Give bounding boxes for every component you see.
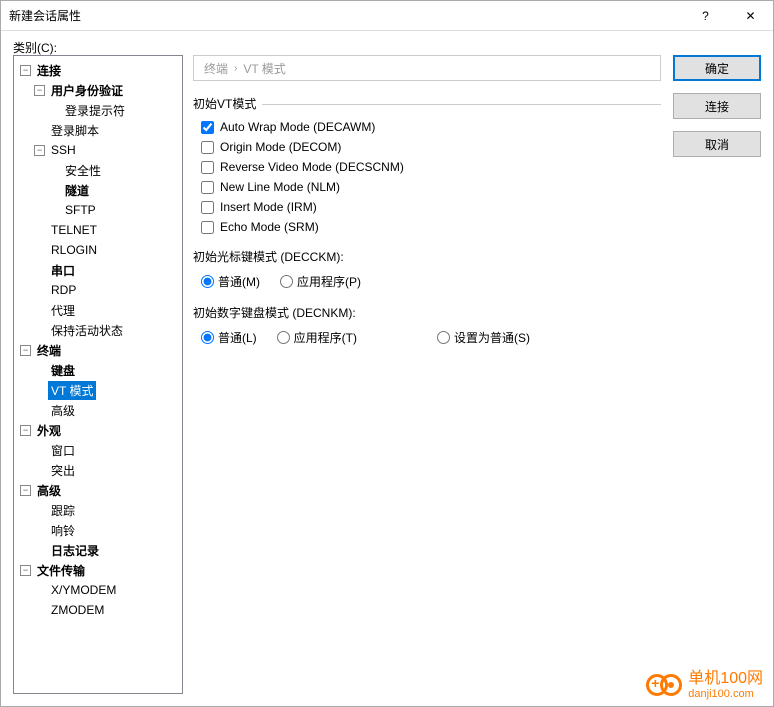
tree-connection[interactable]: 连接: [34, 61, 64, 80]
tree-vtmode[interactable]: VT 模式: [48, 381, 96, 400]
cancel-button[interactable]: 取消: [673, 131, 761, 157]
logo-icon: [660, 674, 682, 696]
tree-tunnel[interactable]: 隧道: [62, 181, 92, 200]
close-button[interactable]: ✕: [728, 1, 773, 31]
watermark: 单机100网 danji100.com: [646, 670, 763, 700]
tree-keepalive[interactable]: 保持活动状态: [48, 321, 126, 340]
ok-button[interactable]: 确定: [673, 55, 761, 81]
titlebar: 新建会话属性 ? ✕: [1, 1, 773, 31]
collapse-icon[interactable]: −: [20, 345, 31, 356]
connect-button[interactable]: 连接: [673, 93, 761, 119]
breadcrumb: 终端 › VT 模式: [193, 55, 661, 81]
radio-cursor-normal[interactable]: 普通(M): [201, 273, 260, 290]
tree-xymodem[interactable]: X/YMODEM: [48, 582, 119, 598]
radio-keypad-setnormal[interactable]: 设置为普通(S): [437, 329, 530, 346]
category-tree[interactable]: −连接 −用户身份验证 登录提示符 登录脚本 −SSH 安全性 隧道 SFTP …: [13, 55, 183, 694]
check-autowrap[interactable]: Auto Wrap Mode (DECAWM): [201, 120, 661, 134]
tree-ssh[interactable]: SSH: [48, 142, 79, 158]
tree-bell[interactable]: 响铃: [48, 521, 78, 540]
radio-keypad-app[interactable]: 应用程序(T): [277, 329, 357, 346]
group-initial-vt: 初始VT模式: [193, 95, 661, 112]
collapse-icon[interactable]: −: [34, 85, 45, 96]
tree-security[interactable]: 安全性: [62, 161, 104, 180]
radio-keypad-normal[interactable]: 普通(L): [201, 329, 257, 346]
tree-zmodem[interactable]: ZMODEM: [48, 602, 107, 618]
tree-telnet[interactable]: TELNET: [48, 222, 100, 238]
collapse-icon[interactable]: −: [20, 65, 31, 76]
collapse-icon[interactable]: −: [20, 565, 31, 576]
radio-cursor-app[interactable]: 应用程序(P): [280, 273, 361, 290]
tree-trace[interactable]: 跟踪: [48, 501, 78, 520]
collapse-icon[interactable]: −: [34, 145, 45, 156]
tree-advanced[interactable]: 高级: [34, 481, 64, 500]
tree-user-auth[interactable]: 用户身份验证: [48, 81, 126, 100]
tree-filetransfer[interactable]: 文件传输: [34, 561, 88, 580]
tree-highlight[interactable]: 突出: [48, 461, 78, 480]
collapse-icon[interactable]: −: [20, 425, 31, 436]
tree-appearance[interactable]: 外观: [34, 421, 64, 440]
help-button[interactable]: ?: [683, 1, 728, 31]
tree-rdp[interactable]: RDP: [48, 282, 79, 298]
tree-login-script[interactable]: 登录脚本: [48, 121, 102, 140]
check-echo[interactable]: Echo Mode (SRM): [201, 220, 661, 234]
collapse-icon[interactable]: −: [20, 485, 31, 496]
tree-proxy[interactable]: 代理: [48, 301, 78, 320]
tree-adv-term[interactable]: 高级: [48, 401, 78, 420]
tree-terminal[interactable]: 终端: [34, 341, 64, 360]
tree-window[interactable]: 窗口: [48, 441, 78, 460]
check-newline[interactable]: New Line Mode (NLM): [201, 180, 661, 194]
tree-login-prompt[interactable]: 登录提示符: [62, 101, 128, 120]
window-title: 新建会话属性: [9, 7, 683, 24]
tree-keyboard[interactable]: 键盘: [48, 361, 78, 380]
tree-sftp[interactable]: SFTP: [62, 202, 99, 218]
tree-serial[interactable]: 串口: [48, 261, 78, 280]
keypad-mode-label: 初始数字键盘模式 (DECNKM):: [193, 304, 661, 321]
check-origin[interactable]: Origin Mode (DECOM): [201, 140, 661, 154]
cursor-mode-label: 初始光标键模式 (DECCKM):: [193, 248, 661, 265]
check-reverse[interactable]: Reverse Video Mode (DECSCNM): [201, 160, 661, 174]
close-icon: ✕: [745, 9, 755, 23]
check-insert[interactable]: Insert Mode (IRM): [201, 200, 661, 214]
tree-logging[interactable]: 日志记录: [48, 541, 102, 560]
chevron-right-icon: ›: [234, 63, 237, 74]
tree-rlogin[interactable]: RLOGIN: [48, 242, 100, 258]
